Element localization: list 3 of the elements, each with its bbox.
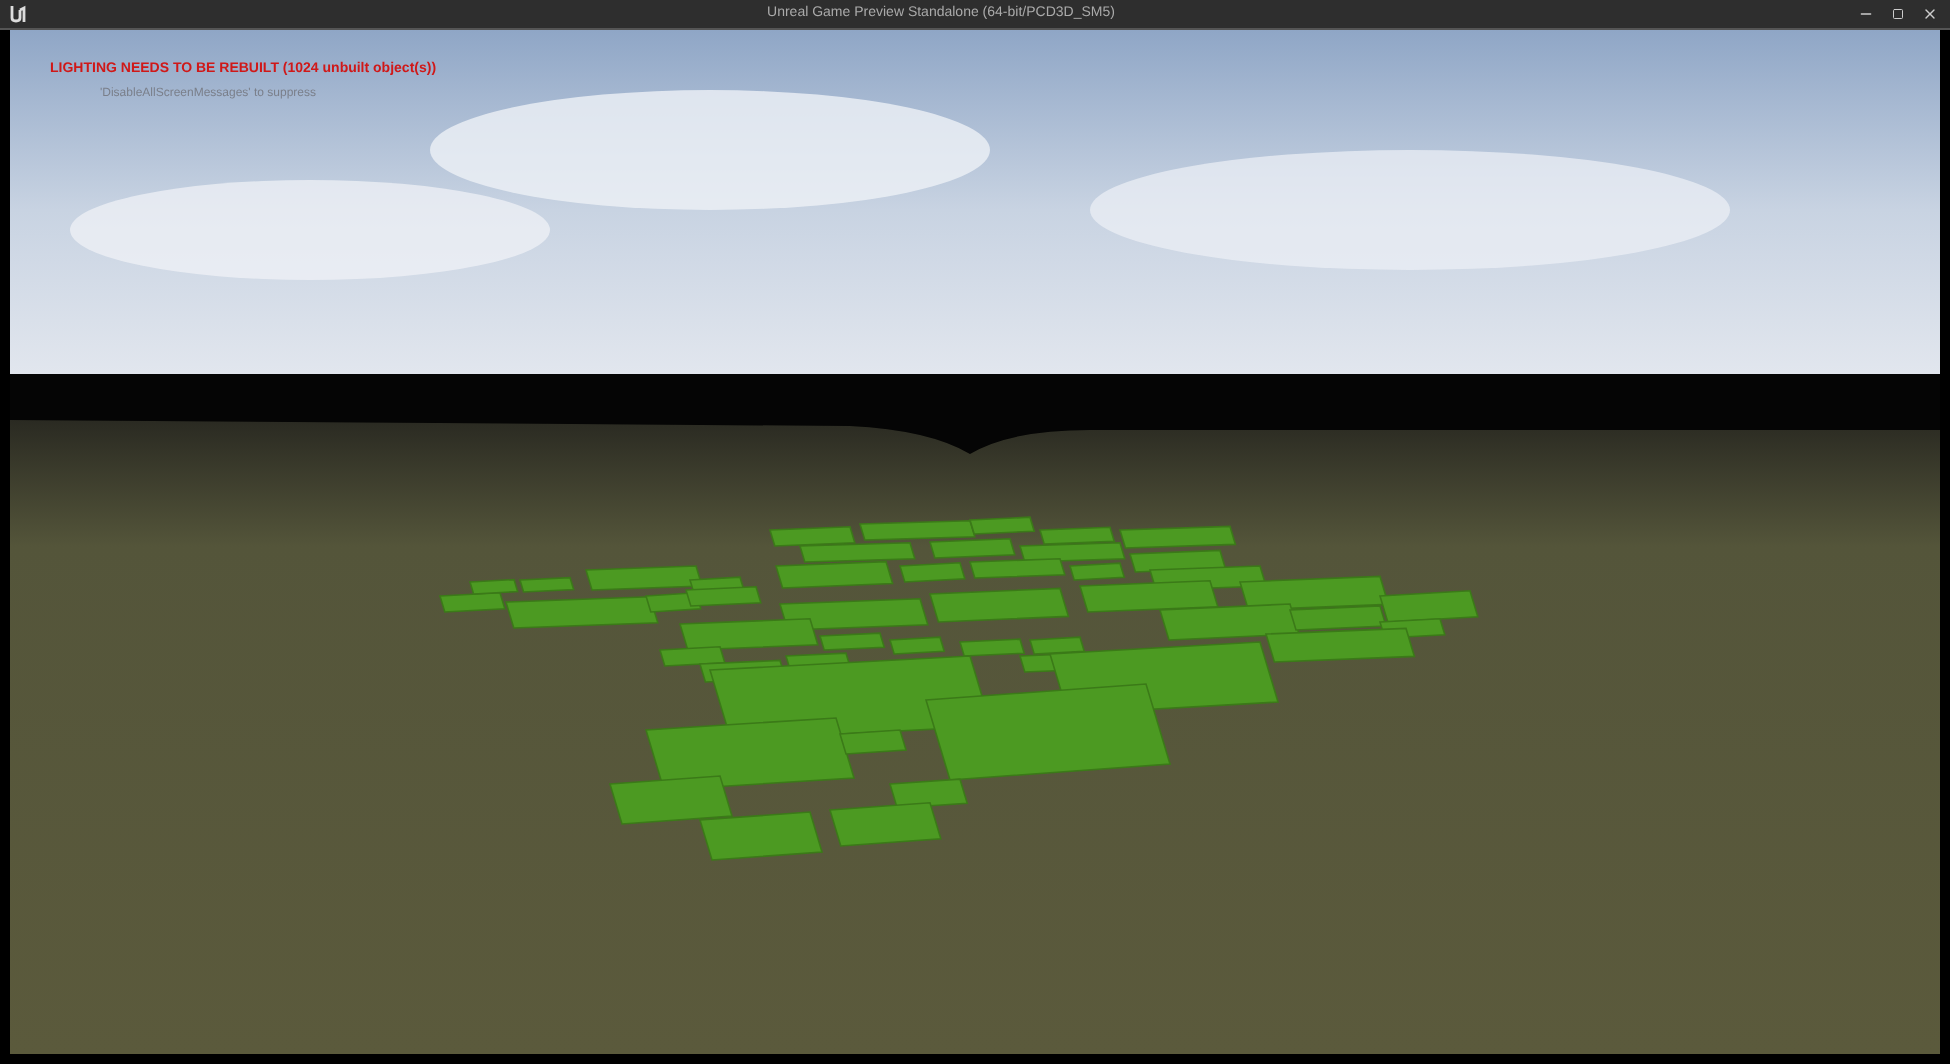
logo-icon [8,4,28,24]
close-icon [1922,6,1938,22]
maximize-icon [1892,8,1904,20]
